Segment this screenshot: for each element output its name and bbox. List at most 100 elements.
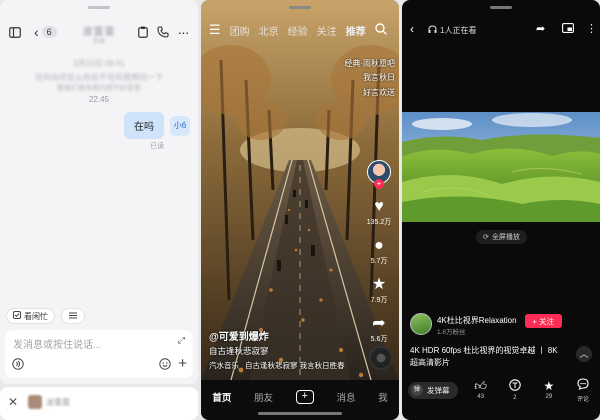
system-message: 那我们周末再约吧不好意思 bbox=[57, 85, 141, 92]
comment-count: 5.7万 bbox=[370, 258, 388, 265]
creator-avatar[interactable]: + bbox=[367, 160, 391, 189]
expand-icon[interactable]: ⤢ bbox=[178, 335, 185, 346]
author-name[interactable]: @可爱到爆炸 bbox=[209, 328, 269, 343]
message-row: 在吗 小6 bbox=[124, 112, 190, 139]
more-vertical-icon[interactable]: ⋮ bbox=[586, 22, 597, 35]
follow-button[interactable]: + 关注 bbox=[524, 314, 562, 328]
comment-icon: ● bbox=[374, 237, 384, 254]
chip-busy-status[interactable]: 看闲忙 bbox=[6, 308, 55, 324]
tab-experience[interactable]: 经验 bbox=[288, 23, 308, 38]
chip-menu[interactable] bbox=[61, 308, 85, 324]
create-button[interactable]: + bbox=[295, 390, 314, 404]
search-icon[interactable] bbox=[374, 22, 387, 38]
player-actions: 弹 发弹幕 👍︎ 43 2 ★ 29 评论 bbox=[408, 376, 594, 404]
voice-icon[interactable] bbox=[12, 358, 24, 373]
message-time: 22:45 bbox=[88, 95, 110, 104]
danmu-toggle-icon[interactable]: 弹 bbox=[411, 384, 423, 396]
menu-icon[interactable]: ☰ bbox=[209, 22, 221, 38]
chevron-left-icon[interactable]: ‹ bbox=[410, 22, 414, 36]
like-button[interactable]: ♥ 135.2万 bbox=[367, 198, 392, 227]
home-indicator[interactable] bbox=[258, 412, 342, 415]
comment-label: 评论 bbox=[576, 396, 589, 403]
top-tabs: ☰ 团购 北京 经验 关注 推荐 bbox=[209, 20, 391, 40]
star-icon: ★ bbox=[543, 379, 555, 393]
tab-local[interactable]: 北京 bbox=[259, 23, 279, 38]
video-panel[interactable]: ☰ 团购 北京 经验 关注 推荐 经典·雨秋愿吧 我言秋日 好言欢送 + ♥ 1… bbox=[201, 0, 399, 420]
favorite-button[interactable]: ★ 29 bbox=[538, 379, 560, 401]
nav-home[interactable]: 首页 bbox=[212, 390, 231, 404]
avatar[interactable]: 小6 bbox=[170, 115, 190, 136]
tab-recommend[interactable]: 推荐 bbox=[346, 23, 366, 38]
system-message: 3月15日 09:41 bbox=[73, 59, 125, 68]
player-panel: ‹ 1人正在看 ➦ ⋮ ⟳ 全屏播放 4K杜比视界Relaxation 1.8万… bbox=[402, 0, 600, 420]
share-count: 5.6万 bbox=[370, 336, 388, 343]
avatar bbox=[28, 395, 42, 409]
music-source: 汽水音乐 bbox=[209, 361, 239, 370]
comment-button[interactable]: ● 5.7万 bbox=[371, 237, 388, 266]
thumb-up-icon: 👍︎ bbox=[474, 379, 487, 393]
picture-in-picture-icon[interactable] bbox=[562, 22, 574, 36]
message-bubble[interactable]: 在吗 bbox=[124, 112, 164, 139]
favorite-button[interactable]: ★ 7.9万 bbox=[371, 276, 388, 305]
menu-icon bbox=[69, 312, 77, 321]
rotate-icon: ⟳ bbox=[483, 234, 489, 241]
comment-icon bbox=[577, 377, 589, 393]
nav-me[interactable]: 我 bbox=[378, 390, 388, 404]
like-button[interactable]: 👍︎ 43 bbox=[470, 379, 492, 401]
video-frame[interactable] bbox=[402, 112, 600, 222]
chip-label: 看闲忙 bbox=[24, 311, 48, 321]
overlay-caption: 好言欢送 bbox=[363, 88, 395, 97]
like-count: 135.2万 bbox=[366, 219, 392, 226]
channel-row: 4K杜比视界Relaxation 1.8万粉丝 + 关注 bbox=[410, 313, 592, 337]
coin-button[interactable]: 2 bbox=[504, 379, 526, 401]
star-icon: ★ bbox=[371, 276, 387, 293]
music-info[interactable]: 汽水音乐 自古逢秋悲寂寥 我言秋日胜春 bbox=[209, 360, 345, 371]
coin-count: 2 bbox=[513, 395, 517, 401]
favorite-count: 29 bbox=[545, 394, 553, 400]
chat-panel: ‹ 6 淑蕾蕾 在线 ··· 3月15日 09:41 在吗你还在么你在不在吗我想… bbox=[0, 0, 198, 384]
close-icon[interactable]: ✕ bbox=[8, 395, 18, 409]
nav-messages[interactable]: 消息 bbox=[336, 390, 355, 404]
danmu-button[interactable]: 弹 发弹幕 bbox=[408, 381, 458, 399]
video-description[interactable]: 自古逢秋悲寂寥 bbox=[209, 345, 269, 357]
follow-plus-icon[interactable]: + bbox=[374, 179, 384, 189]
clipboard-icon[interactable] bbox=[132, 18, 154, 46]
tab-following[interactable]: 关注 bbox=[317, 23, 337, 38]
danmu-label: 发弹幕 bbox=[427, 385, 450, 395]
viewer-count-label: 1人正在看 bbox=[440, 26, 477, 35]
message-input[interactable]: 发消息或按住说话... ⤢ + bbox=[5, 330, 193, 378]
tab-group-buy[interactable]: 团购 bbox=[230, 23, 250, 38]
window-grab-handle[interactable] bbox=[490, 6, 512, 9]
emoji-icon[interactable] bbox=[159, 358, 171, 373]
split-screen: ‹ 6 淑蕾蕾 在线 ··· 3月15日 09:41 在吗你还在么你在不在吗我想… bbox=[0, 0, 600, 420]
player-header: ‹ 1人正在看 ➦ ⋮ bbox=[410, 22, 597, 40]
plus-icon[interactable]: + bbox=[178, 355, 187, 372]
action-column: + ♥ 135.2万 ● 5.7万 ★ 7.9万 ➦ 5.6万 bbox=[365, 160, 393, 344]
phone-call-icon[interactable] bbox=[152, 18, 174, 46]
channel-name[interactable]: 4K杜比视界Relaxation bbox=[437, 315, 517, 326]
comment-button[interactable]: 评论 bbox=[572, 377, 594, 403]
share-icon[interactable]: ➦ bbox=[536, 22, 545, 35]
window-grab-handle[interactable] bbox=[88, 6, 110, 9]
window-grab-handle[interactable] bbox=[289, 6, 311, 9]
favorite-count: 7.9万 bbox=[370, 297, 388, 304]
more-options-icon[interactable]: ··· bbox=[172, 18, 194, 46]
music-title: 自古逢秋悲寂寥 我言秋日胜春 bbox=[245, 361, 345, 370]
music-disc-icon[interactable] bbox=[369, 346, 393, 370]
floating-chat-bar[interactable]: ✕ 淑蕾蕾 bbox=[0, 387, 198, 420]
fullscreen-button[interactable]: ⟳ 全屏播放 bbox=[476, 230, 527, 244]
input-placeholder: 发消息或按住说话... bbox=[13, 340, 102, 351]
share-button[interactable]: ➦ 5.6万 bbox=[371, 315, 388, 344]
share-icon: ➦ bbox=[372, 315, 386, 332]
heart-icon: ♥ bbox=[374, 198, 384, 215]
channel-fans: 1.8万粉丝 bbox=[437, 329, 466, 336]
chevron-up-icon[interactable]: ︿ bbox=[576, 346, 592, 362]
quick-chips: 看闲忙 bbox=[6, 308, 85, 324]
headphone-icon bbox=[428, 25, 437, 36]
mini-bar-name: 淑蕾蕾 bbox=[46, 398, 70, 407]
system-message: 在吗你还在么你在不在吗我想问一下 bbox=[35, 73, 163, 82]
read-receipt: 已读 bbox=[150, 143, 164, 150]
overlay-caption: 经典·雨秋愿吧 bbox=[344, 59, 395, 68]
nav-friends[interactable]: 朋友 bbox=[254, 390, 273, 404]
channel-avatar[interactable] bbox=[410, 313, 432, 335]
